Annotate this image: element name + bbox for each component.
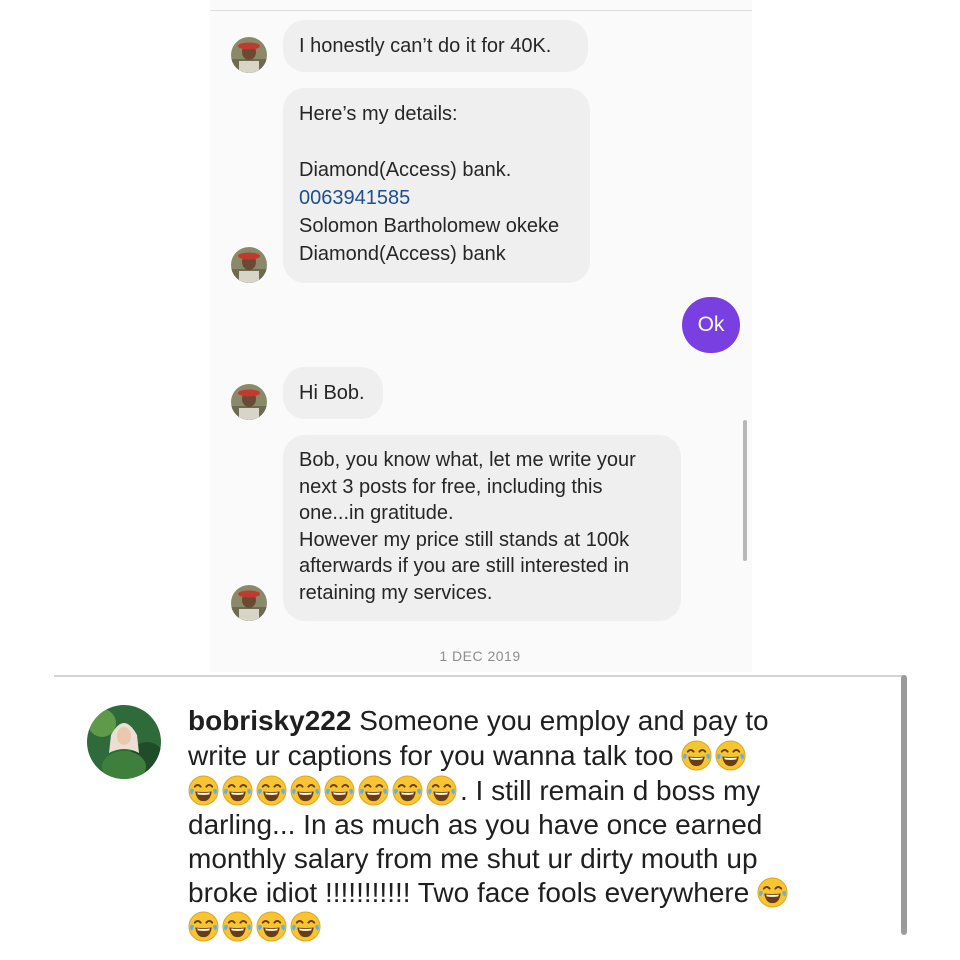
sender-avatar[interactable] [231, 384, 267, 420]
face-with-tears-of-joy-icon [188, 775, 219, 806]
comment-text: darling... In as much as you have once e… [188, 809, 763, 840]
face-with-tears-of-joy-icon [392, 775, 423, 806]
face-with-tears-of-joy-icon [290, 775, 321, 806]
comment-line: bobrisky222 Someone you employ and pay t… [188, 704, 769, 738]
comment-username[interactable]: bobrisky222 [188, 705, 351, 736]
comment-text: . I still remain d boss my [460, 775, 761, 806]
message-text: one...in gratitude. [299, 502, 454, 524]
comment-line: write ur captions for you wanna talk too [188, 739, 749, 773]
comment-line: darling... In as much as you have once e… [188, 808, 762, 842]
face-with-tears-of-joy-icon [358, 775, 389, 806]
message-text: afterwards if you are still interested i… [299, 555, 630, 577]
face-with-tears-of-joy-icon [426, 775, 457, 806]
face-with-tears-of-joy-icon [324, 775, 355, 806]
comment-text: broke idiot !!!!!!!!!!! Two face fools e… [188, 877, 750, 908]
comment-card-border [54, 675, 906, 677]
comment-text: monthly salary from me shut ur dirty mou… [188, 843, 758, 874]
emoji-group [188, 911, 324, 942]
face-with-tears-of-joy-icon [290, 911, 321, 942]
message-text: Diamond(Access) bank [299, 243, 506, 265]
message-text: Solomon Bartholomew okeke [299, 215, 560, 237]
emoji-group [757, 877, 791, 908]
message-text: Diamond(Access) bank. [299, 159, 512, 181]
comment-line: monthly salary from me shut ur dirty mou… [188, 842, 758, 876]
emoji-group [681, 740, 749, 771]
message-bubble[interactable]: Here’s my details: Diamond(Access) bank.… [283, 88, 590, 283]
account-number-link[interactable]: 0063941585 [299, 184, 574, 212]
comments-scrollbar[interactable] [901, 675, 907, 935]
message-text: I honestly can’t do it for 40K. [299, 35, 552, 57]
face-with-tears-of-joy-icon [256, 911, 287, 942]
face-with-tears-of-joy-icon [256, 775, 287, 806]
thread-scrollbar[interactable] [743, 420, 747, 561]
face-with-tears-of-joy-icon [715, 740, 746, 771]
face-with-tears-of-joy-icon [757, 877, 788, 908]
message-bubble[interactable]: Hi Bob. [283, 367, 383, 419]
message-text: retaining my services. [299, 581, 493, 604]
face-with-tears-of-joy-icon [188, 911, 219, 942]
commenter-avatar[interactable] [87, 705, 161, 779]
face-with-tears-of-joy-icon [222, 911, 253, 942]
sender-avatar[interactable] [231, 37, 267, 73]
face-with-tears-of-joy-icon [681, 740, 712, 771]
message-text: However my price still stands at 100k [299, 528, 630, 551]
comment-text: Someone you employ and pay to [359, 705, 769, 736]
message-text: Bob, you know what, let me write your [299, 449, 636, 471]
message-text: Hi Bob. [299, 382, 365, 404]
face-with-tears-of-joy-icon [222, 775, 253, 806]
message-text: next 3 posts for free, including this [299, 475, 603, 498]
date-separator: 1 DEC 2019 [439, 648, 521, 664]
sender-avatar[interactable] [231, 247, 267, 283]
comment-text: write ur captions for you wanna talk too [188, 740, 674, 771]
comment-line: . I still remain d boss my [188, 774, 760, 808]
comment-line [188, 910, 324, 944]
message-text: Here’s my details: [299, 103, 458, 125]
sent-message-bubble[interactable]: Ok [682, 297, 740, 353]
thread-top-divider [210, 10, 752, 11]
message-bubble[interactable]: Bob, you know what, let me write your ne… [283, 435, 681, 621]
emoji-group [188, 775, 460, 806]
message-text [299, 128, 574, 156]
message-bubble[interactable]: I honestly can’t do it for 40K. [283, 20, 588, 72]
sender-avatar[interactable] [231, 585, 267, 621]
comment-line: broke idiot !!!!!!!!!!! Two face fools e… [188, 876, 791, 910]
message-text: Ok [697, 313, 725, 336]
